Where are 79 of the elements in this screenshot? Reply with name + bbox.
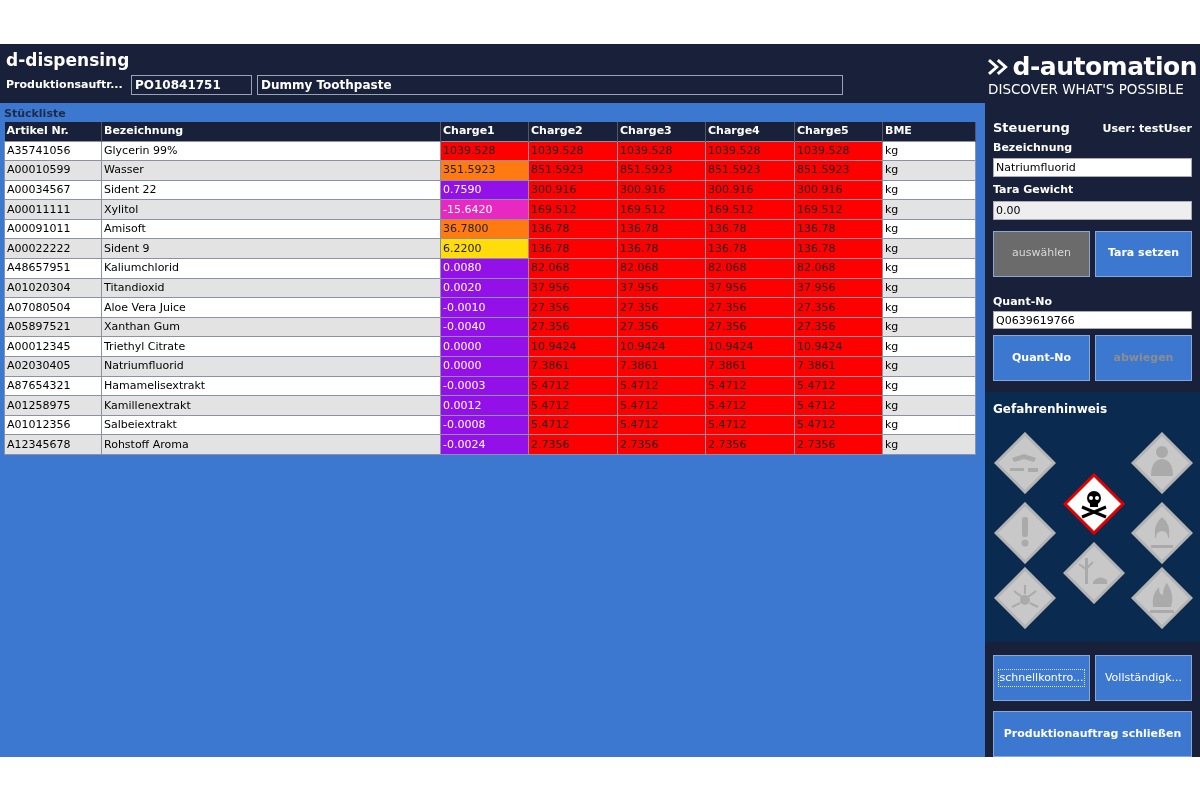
- column-header[interactable]: BME: [882, 122, 976, 141]
- table-cell: kg: [882, 278, 976, 298]
- name-field[interactable]: Natriumfluorid: [993, 158, 1192, 178]
- field-label: Bezeichnung: [993, 139, 1074, 156]
- table-cell: A07080504: [4, 297, 102, 318]
- table-cell: A01258975: [4, 395, 102, 416]
- quant-no-field[interactable]: Q0639619766: [993, 311, 1192, 330]
- table-cell: Xanthan Gum: [101, 317, 441, 337]
- table-cell: kg: [882, 356, 976, 377]
- app-title: d-dispensing: [6, 50, 131, 70]
- action-button[interactable]: Tara setzen: [1095, 230, 1192, 277]
- table-cell: A12345678: [4, 434, 102, 455]
- table-cell: A48657951: [4, 258, 102, 279]
- table-cell: 1039.528: [440, 141, 529, 161]
- table-cell: Hamamelisextrakt: [101, 376, 441, 396]
- column-header[interactable]: Artikel Nr.: [4, 122, 102, 141]
- table-cell: A00034567: [4, 180, 102, 200]
- column-header[interactable]: Bezeichnung: [101, 122, 441, 141]
- table-cell: A01020304: [4, 278, 102, 298]
- action-button[interactable]: Vollständigk...: [1095, 655, 1192, 701]
- table-cell: Sident 9: [101, 238, 441, 259]
- table-cell: 1039.528: [705, 141, 795, 161]
- table-cell: kg: [882, 141, 976, 161]
- user-label: User: testUser: [1102, 121, 1192, 138]
- field-label: Tara Gewicht: [993, 182, 1075, 199]
- action-button[interactable]: schnellkontro...: [993, 655, 1090, 701]
- table-cell: Kamillenextrakt: [101, 395, 441, 416]
- table-cell: A00012345: [4, 336, 102, 357]
- product-field[interactable]: Dummy Toothpaste: [257, 75, 843, 95]
- brand-slogan: DISCOVER WHAT'S POSSIBLE: [988, 81, 1185, 97]
- close-order-button[interactable]: Produktionauftrag schließen: [993, 711, 1192, 757]
- order-number-field[interactable]: PO10841751: [131, 75, 252, 95]
- field-label: Quant-No: [993, 293, 1054, 310]
- table-cell: kg: [882, 415, 976, 435]
- table-cell: Natriumfluorid: [101, 356, 441, 377]
- section-title: Stückliste: [4, 106, 67, 122]
- table-cell: A02030405: [4, 356, 102, 377]
- table-cell: kg: [882, 336, 976, 357]
- table-cell: 1039.528: [617, 141, 706, 161]
- table-cell: A87654321: [4, 376, 102, 396]
- table-cell: Triethyl Citrate: [101, 336, 441, 357]
- table-cell: A00010599: [4, 160, 102, 181]
- chevrons-icon: [988, 58, 1010, 76]
- table-cell: A05897521: [4, 317, 102, 337]
- panel-title: Steuerung: [993, 119, 1070, 138]
- tare-field[interactable]: 0.00: [993, 200, 1192, 220]
- table-cell: Titandioxid: [101, 278, 441, 298]
- table-cell: Aloe Vera Juice: [101, 297, 441, 318]
- table-cell: 1039.528: [794, 141, 883, 161]
- table-cell: kg: [882, 376, 976, 396]
- table-cell: Wasser: [101, 160, 441, 181]
- table-cell: kg: [882, 258, 976, 279]
- table-cell: A00022222: [4, 238, 102, 259]
- table-cell: Glycerin 99%: [101, 141, 441, 161]
- table-cell: kg: [882, 219, 976, 239]
- table-cell: Salbeiextrakt: [101, 415, 441, 435]
- table-cell: kg: [882, 434, 976, 455]
- section-title: Gefahrenhinweis: [992, 401, 1109, 419]
- table-cell: kg: [882, 395, 976, 416]
- table-cell: A01012356: [4, 415, 102, 435]
- action-button[interactable]: Quant-No: [993, 335, 1090, 382]
- table-cell: A35741056: [4, 141, 102, 161]
- table-cell: kg: [882, 180, 976, 200]
- table-cell: kg: [882, 160, 976, 181]
- table-cell: A00091011: [4, 219, 102, 239]
- table-cell: A00011111: [4, 199, 102, 220]
- table-cell: Amisoft: [101, 219, 441, 239]
- table-cell: Xylitol: [101, 199, 441, 220]
- table-cell: kg: [882, 238, 976, 259]
- table-cell: Rohstoff Aroma: [101, 434, 441, 455]
- brand-name: d-automation: [1012, 53, 1197, 81]
- action-button[interactable]: auswählen: [993, 230, 1090, 277]
- order-label: Produktionsauftr...: [6, 77, 124, 93]
- table-cell: Sident 22: [101, 180, 441, 200]
- table-cell: Kaliumchlorid: [101, 258, 441, 279]
- table-cell: kg: [882, 199, 976, 220]
- table-cell: kg: [882, 297, 976, 318]
- table-cell: kg: [882, 317, 976, 337]
- table-cell: 1039.528: [528, 141, 618, 161]
